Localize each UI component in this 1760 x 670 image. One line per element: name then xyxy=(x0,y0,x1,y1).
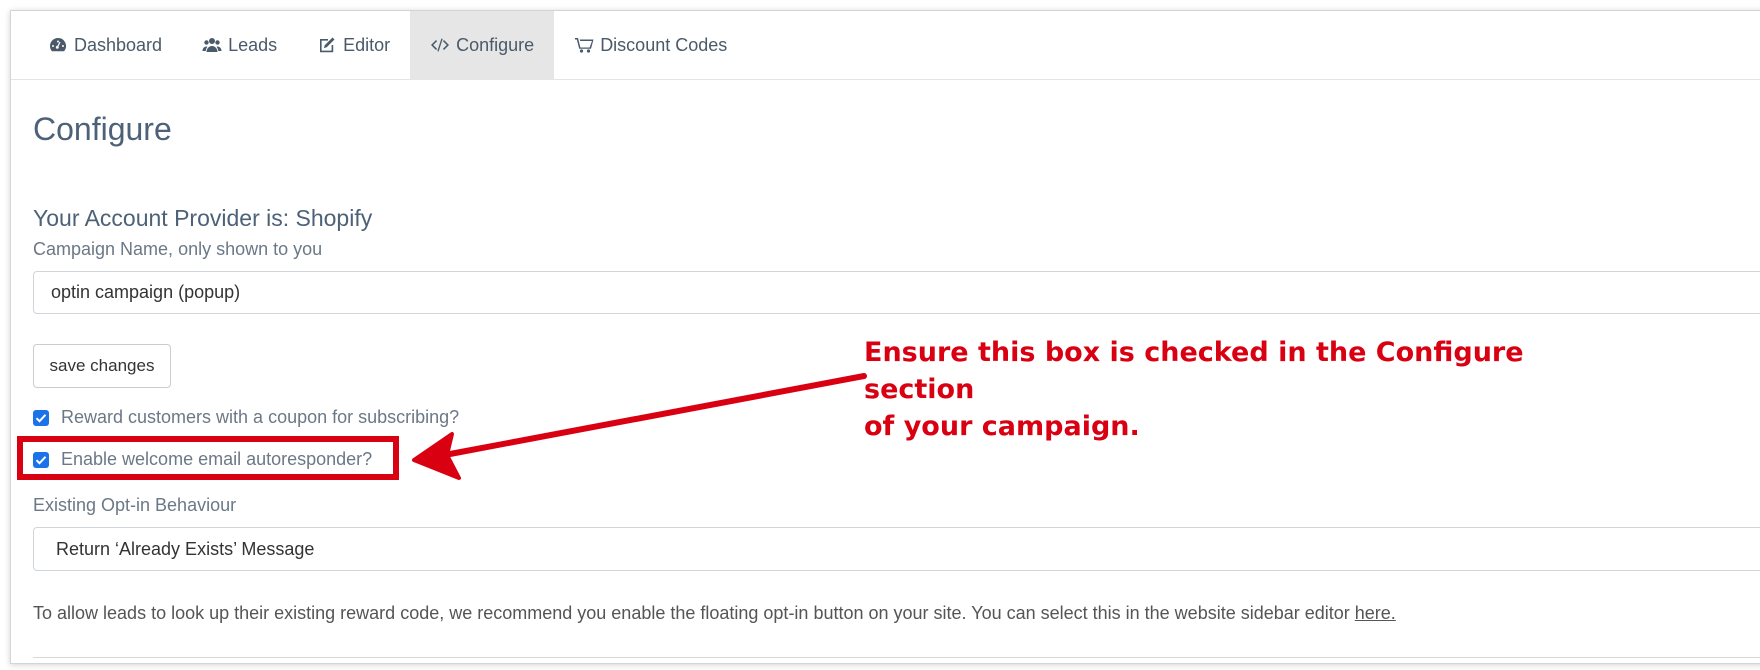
annotation-text: Ensure this box is checked in the Config… xyxy=(864,334,1584,445)
annotation-line-2: of your campaign. xyxy=(864,411,1140,442)
annotation-line-1: Ensure this box is checked in the Config… xyxy=(864,337,1524,405)
